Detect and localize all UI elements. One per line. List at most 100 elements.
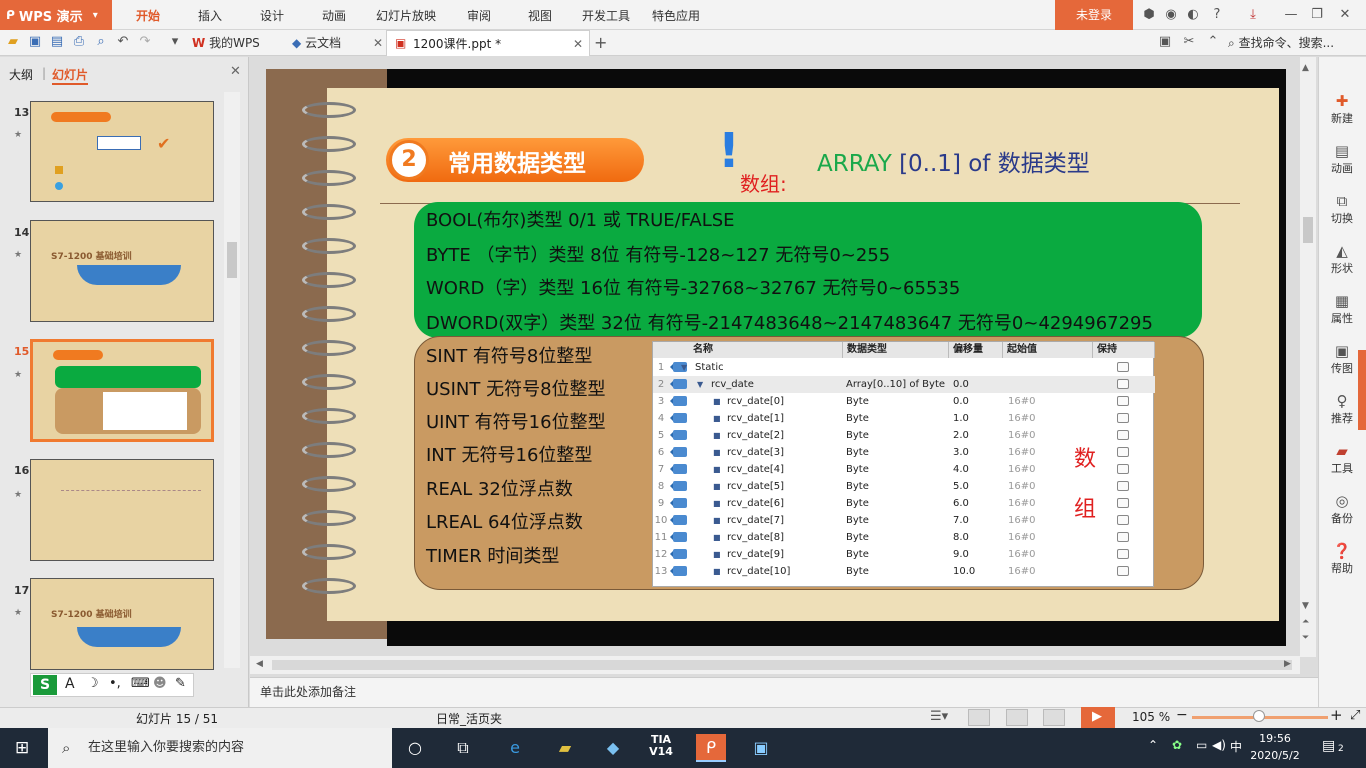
settings-icon[interactable]: ◉: [1162, 6, 1180, 24]
share-icon[interactable]: ◐: [1184, 6, 1202, 24]
moon-icon: ☽: [87, 676, 99, 691]
download-icon[interactable]: ⤓: [1244, 6, 1262, 24]
tab-cloud[interactable]: ◆ 云文档: [292, 30, 341, 56]
sorter-view-icon[interactable]: [1006, 709, 1028, 726]
help-menu-icon[interactable]: ?: [1208, 6, 1226, 24]
tab-slides[interactable]: 幻灯片: [52, 66, 89, 85]
menu-home[interactable]: 开始: [136, 0, 160, 30]
transition-icon: ⧉: [1336, 192, 1348, 210]
open-folder-icon[interactable]: ▰: [4, 33, 22, 51]
notification-icon[interactable]: ▤: [1322, 738, 1335, 754]
menu-design[interactable]: 设计: [260, 0, 284, 30]
zoom-out-icon[interactable]: −: [1176, 707, 1188, 723]
row-start: 16#0: [1008, 532, 1036, 543]
fit-window-icon[interactable]: ⤢: [1350, 708, 1360, 723]
battery-icon[interactable]: ▭: [1196, 738, 1207, 752]
sidebar-transition[interactable]: ⧉ 切换: [1320, 192, 1364, 226]
zoom-in-icon[interactable]: +: [1330, 706, 1343, 724]
prev-slide-icon[interactable]: ⏶: [1302, 617, 1309, 627]
menu-insert[interactable]: 插入: [198, 0, 222, 30]
slide-thumbnail-17[interactable]: S7-1200 基础培训: [30, 578, 214, 670]
zoom-slider-knob[interactable]: [1253, 710, 1265, 722]
close-window-icon[interactable]: ✕: [1336, 6, 1354, 24]
redo-icon[interactable]: ↷: [136, 33, 154, 51]
task-view-icon[interactable]: ⧉: [448, 734, 478, 762]
scroll-down-icon[interactable]: ▼: [1302, 601, 1309, 611]
sidebar-properties[interactable]: ▦ 属性: [1320, 292, 1364, 326]
slide-thumbnail-14[interactable]: S7-1200 基础培训: [30, 220, 214, 322]
export-pdf-icon[interactable]: ▤: [48, 33, 66, 51]
minimize-icon[interactable]: —: [1282, 6, 1300, 24]
next-slide-icon[interactable]: ⏷: [1302, 633, 1309, 643]
tab-document[interactable]: ▣ 1200课件.ppt * ✕: [386, 30, 590, 56]
screen-icon[interactable]: ▣: [1156, 33, 1174, 51]
ime-icon[interactable]: 中: [1230, 738, 1242, 755]
sidebar-shape[interactable]: ◭ 形状: [1320, 242, 1364, 276]
sidebar-new[interactable]: ✚ 新建: [1320, 92, 1364, 126]
menu-special[interactable]: 特色应用: [652, 0, 700, 30]
pin-icon[interactable]: ✂: [1180, 33, 1198, 51]
zoom-level[interactable]: 105 %: [1132, 710, 1170, 724]
tab-mywps[interactable]: W 我的WPS: [192, 30, 260, 56]
panel-close-icon[interactable]: ✕: [230, 64, 241, 79]
app-icon[interactable]: ◆: [598, 734, 628, 762]
thumbnail-scrollbar[interactable]: [224, 92, 240, 668]
clock[interactable]: 19:56 2020/5/2: [1245, 730, 1305, 764]
tray-app-icon[interactable]: ✿: [1172, 738, 1182, 752]
slide-thumbnail-16[interactable]: [30, 459, 214, 561]
menu-slideshow[interactable]: 幻灯片放映: [376, 0, 436, 30]
sidebar-help[interactable]: ❓ 帮助: [1320, 542, 1364, 576]
save-icon[interactable]: ▣: [26, 33, 44, 51]
print-icon[interactable]: ⎙: [70, 33, 88, 51]
menu-developer[interactable]: 开发工具: [582, 0, 630, 30]
vertical-scrollbar[interactable]: ▲ ▼ ⏶ ⏷: [1300, 57, 1316, 657]
print-preview-icon[interactable]: ⌕: [92, 33, 110, 51]
start-button[interactable]: ⊞: [0, 728, 48, 768]
row-name: rcv_date[2]: [727, 430, 785, 441]
bullet-icon: ■: [713, 465, 721, 474]
restore-icon[interactable]: ❐: [1308, 6, 1326, 24]
sidebar-tools[interactable]: ▰ 工具: [1320, 442, 1364, 476]
sidebar-backup[interactable]: ◎ 备份: [1320, 492, 1364, 526]
row-offset: 0.0: [953, 396, 969, 407]
slide-thumbnail-13[interactable]: ✔: [30, 101, 214, 202]
tab-document-close-icon[interactable]: ✕: [573, 31, 583, 57]
tab-close-icon[interactable]: ✕: [373, 30, 383, 56]
edge-icon[interactable]: e: [500, 734, 530, 762]
remote-icon[interactable]: ▣: [746, 734, 776, 762]
tray-chevron-icon[interactable]: ⌃: [1148, 738, 1158, 752]
volume-icon[interactable]: ◀): [1212, 738, 1226, 752]
new-tab-icon[interactable]: +: [594, 30, 607, 56]
search-command[interactable]: ⌕ 查找命令、搜索...: [1228, 30, 1334, 56]
notes-toggle-icon[interactable]: ☰▾: [930, 709, 948, 724]
login-button[interactable]: 未登录: [1055, 0, 1133, 30]
file-explorer-icon[interactable]: ▰: [550, 734, 580, 762]
menu-animation[interactable]: 动画: [322, 0, 346, 30]
minimize-ribbon-icon[interactable]: ⌃: [1204, 33, 1222, 51]
menu-review[interactable]: 审阅: [467, 0, 491, 30]
input-method-toolbar[interactable]: S A ☽ •, ⌨ ☻ ✎: [30, 673, 194, 697]
play-slideshow-button[interactable]: ▶: [1081, 707, 1115, 728]
notes-area[interactable]: 单击此处添加备注: [250, 677, 1318, 707]
undo-icon[interactable]: ↶: [114, 33, 132, 51]
menu-view[interactable]: 视图: [528, 0, 552, 30]
cortana-icon[interactable]: ○: [400, 734, 430, 762]
reading-view-icon[interactable]: [1043, 709, 1065, 726]
normal-view-icon[interactable]: [968, 709, 990, 726]
scroll-left-icon[interactable]: ◀: [256, 659, 263, 669]
tab-outline[interactable]: 大纲: [9, 66, 33, 83]
db-variable-icon: [670, 481, 687, 491]
tia-portal-icon[interactable]: TIA V14: [646, 734, 676, 762]
scroll-up-icon[interactable]: ▲: [1302, 63, 1309, 73]
more-chevron-icon[interactable]: ▾: [166, 33, 184, 51]
skin-icon[interactable]: ⬢: [1140, 6, 1158, 24]
db-variable-icon: [670, 396, 687, 406]
sidebar-animation[interactable]: ▤ 动画: [1320, 142, 1364, 176]
taskbar-search[interactable]: ⌕ 在这里输入你要搜索的内容: [48, 728, 392, 768]
sidebar-collapse-handle[interactable]: [1358, 350, 1366, 430]
wps-app-menu-button[interactable]: ᑭ WPS 演示 ▾: [0, 0, 112, 30]
horizontal-scrollbar[interactable]: ◀ ▶: [250, 656, 1300, 674]
slide-thumbnail-15[interactable]: [30, 339, 214, 442]
scroll-right-icon[interactable]: ▶: [1284, 659, 1291, 669]
wps-presentation-taskbar-icon[interactable]: ᑭ: [696, 734, 726, 762]
